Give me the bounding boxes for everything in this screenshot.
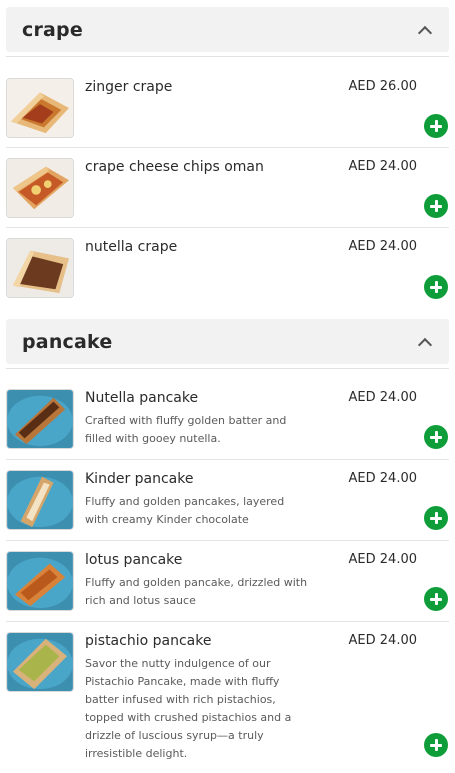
menu-item-nutella-crape[interactable]: nutella crape AED 24.00 (6, 238, 449, 308)
add-to-cart-button[interactable] (424, 194, 448, 218)
add-to-cart-button[interactable] (424, 587, 448, 611)
chevron-up-icon[interactable] (417, 22, 433, 38)
section-title: pancake (22, 330, 113, 353)
item-divider (6, 540, 449, 541)
add-to-cart-button[interactable] (424, 275, 448, 299)
item-name: nutella crape (85, 239, 178, 255)
menu-item-kinder-pancake[interactable]: Kinder pancake Fluffy and golden pancake… (6, 470, 449, 541)
item-divider (6, 459, 449, 460)
section-header-crape[interactable]: crape (6, 7, 449, 52)
section-title: crape (22, 18, 83, 41)
menu-item-nutella-pancake[interactable]: Nutella pancake Crafted with fluffy gold… (6, 389, 449, 460)
item-divider (6, 147, 449, 148)
add-to-cart-button[interactable] (424, 506, 448, 530)
kinder-pancake-image[interactable] (6, 470, 74, 530)
item-price: AED 24.00 (348, 471, 417, 486)
item-name: Nutella pancake (85, 390, 199, 406)
item-name: zinger crape (85, 79, 173, 95)
section-divider (6, 368, 449, 369)
add-to-cart-button[interactable] (424, 733, 448, 757)
item-price: AED 26.00 (348, 79, 417, 94)
item-price: AED 24.00 (348, 552, 417, 567)
item-name: Kinder pancake (85, 471, 194, 487)
item-description: Crafted with fluffy golden batter and fi… (85, 414, 287, 445)
pistachio-pancake-image[interactable] (6, 632, 74, 692)
item-description: Fluffy and golden pancakes, layered with… (85, 495, 285, 526)
section-header-pancake[interactable]: pancake (6, 319, 449, 364)
add-to-cart-button[interactable] (424, 114, 448, 138)
chevron-up-icon[interactable] (417, 334, 433, 350)
nutella-pancake-image[interactable] (6, 389, 74, 449)
crape-cheese-chips-oman-image[interactable] (6, 158, 74, 218)
menu-item-pistachio-pancake[interactable]: pistachio pancake Savor the nutty indulg… (6, 632, 449, 762)
add-to-cart-button[interactable] (424, 425, 448, 449)
item-price: AED 24.00 (348, 239, 417, 254)
item-price: AED 24.00 (348, 633, 417, 648)
item-name: pistachio pancake (85, 633, 212, 649)
item-price: AED 24.00 (348, 159, 417, 174)
item-divider (6, 621, 449, 622)
item-description: Fluffy and golden pancake, drizzled with… (85, 576, 308, 607)
section-divider (6, 56, 449, 57)
menu-item-zinger-crape[interactable]: zinger crape AED 26.00 (6, 78, 449, 148)
zinger-crape-image[interactable] (6, 78, 74, 138)
nutella-crape-image[interactable] (6, 238, 74, 298)
item-divider (6, 227, 449, 228)
menu-item-lotus-pancake[interactable]: lotus pancake Fluffy and golden pancake,… (6, 551, 449, 622)
item-name: crape cheese chips oman (85, 159, 264, 175)
lotus-pancake-image[interactable] (6, 551, 74, 611)
item-name: lotus pancake (85, 552, 183, 568)
item-description: Savor the nutty indulgence of our Pistac… (85, 657, 292, 760)
item-price: AED 24.00 (348, 390, 417, 405)
menu-item-crape-cheese-chips-oman[interactable]: crape cheese chips oman AED 24.00 (6, 158, 449, 228)
